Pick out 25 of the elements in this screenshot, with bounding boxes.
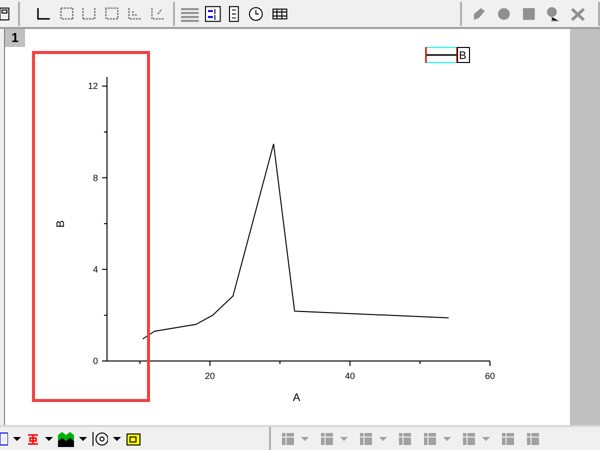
- legend-box: [457, 47, 470, 63]
- tick-label: 4: [92, 264, 98, 274]
- tick-label: 12: [88, 81, 98, 92]
- legend-icon[interactable]: [205, 6, 221, 22]
- axis-icon[interactable]: [36, 6, 52, 22]
- legend-label: B: [459, 50, 466, 62]
- cross-icon[interactable]: [570, 6, 586, 22]
- tick-label: 60: [485, 371, 495, 381]
- pin-icon[interactable]: [545, 6, 562, 22]
- frame-icon[interactable]: [104, 6, 120, 22]
- window-number: 1: [5, 29, 25, 47]
- clock-icon[interactable]: [248, 6, 264, 22]
- layout-icon[interactable]: [0, 6, 10, 22]
- lines-icon[interactable]: [181, 6, 200, 22]
- area-icon[interactable]: [58, 430, 74, 446]
- tick-label: 0: [92, 356, 98, 366]
- table-icon[interactable]: [272, 6, 288, 22]
- tick-label: 20: [204, 371, 215, 381]
- list-icon[interactable]: [228, 6, 239, 22]
- axis-title: A: [292, 392, 300, 404]
- axis-title: B: [55, 220, 67, 228]
- tick-label: 8: [92, 172, 98, 183]
- tick-label: 40: [344, 371, 355, 381]
- select-icon[interactable]: [0, 430, 8, 446]
- legend-symbol: [425, 46, 458, 64]
